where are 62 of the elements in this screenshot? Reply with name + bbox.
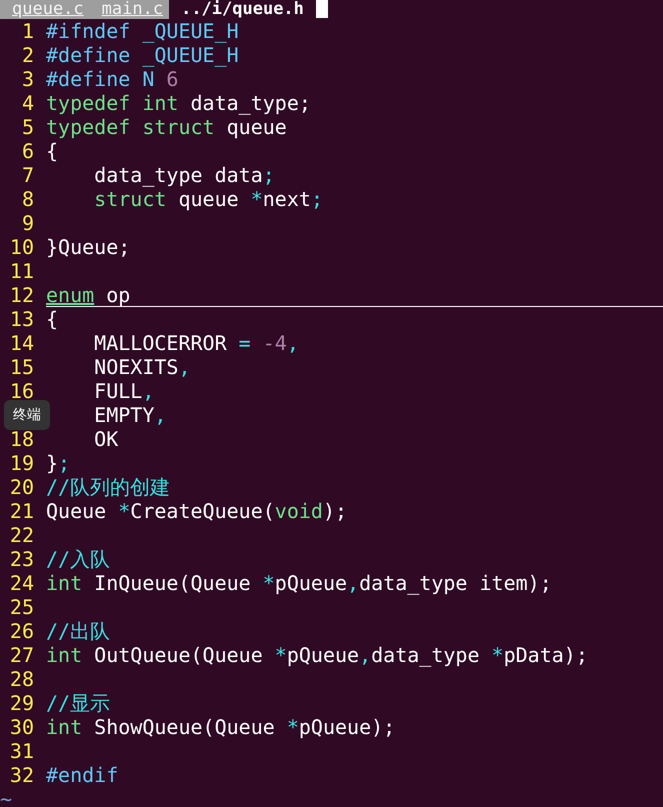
line-number: 21 (10, 499, 34, 523)
line-number: 19 (10, 451, 34, 475)
line-number: 11 (10, 259, 34, 283)
code-line: #endif (46, 763, 118, 787)
line-number: 6 (22, 139, 34, 163)
code-line: Queue *CreateQueue(void); (46, 499, 348, 523)
cursor-block (316, 0, 328, 18)
code-line: #define _QUEUE_H (46, 43, 239, 67)
code-line: //出队 (46, 619, 110, 643)
line-number: 16 (10, 379, 34, 403)
line-number: 10 (10, 235, 34, 259)
code-line: { (46, 139, 58, 163)
line-number: 23 (10, 547, 34, 571)
code-line: OK (93, 427, 118, 451)
empty-line-marker: ~ (0, 787, 12, 807)
line-number: 30 (10, 715, 34, 739)
line-number: 22 (10, 523, 34, 547)
code-line: FULL, (93, 379, 154, 403)
line-number: 4 (22, 91, 34, 115)
code-line: int ShowQueue(Queue *pQueue); (46, 715, 396, 739)
editor-tab[interactable]: main.c (90, 0, 170, 19)
tooltip: 终端 (4, 400, 50, 430)
editor-tab[interactable]: queue.c (0, 0, 90, 19)
line-number: 3 (22, 67, 34, 91)
line-number: 25 (10, 595, 34, 619)
line-number: 31 (10, 739, 34, 763)
line-number: 14 (10, 331, 34, 355)
line-number: 9 (22, 211, 34, 235)
line-number: 20 (10, 475, 34, 499)
line-number: 32 (10, 763, 34, 787)
line-number: 18 (10, 427, 34, 451)
code-line: data_type data; (93, 163, 275, 187)
code-line: int OutQueue(Queue *pQueue,data_type *pData); (46, 643, 588, 667)
code-line: EMPTY, (93, 403, 166, 427)
line-number: 2 (22, 43, 34, 67)
line-number: 28 (10, 667, 34, 691)
line-number: 29 (10, 691, 34, 715)
code-line: //显示 (46, 691, 110, 715)
code-line: #ifndef _QUEUE_H (46, 19, 239, 43)
line-number: 13 (10, 307, 34, 331)
line-number: 27 (10, 643, 34, 667)
line-number: 7 (22, 163, 34, 187)
line-number: 1 (22, 19, 34, 43)
line-number: 12 (10, 283, 34, 307)
code-line: typedef int data_type; (46, 91, 311, 115)
line-number: 8 (22, 187, 34, 211)
code-line: }Queue; (46, 235, 130, 259)
code-line: #define N 6 (46, 67, 178, 91)
code-line: typedef struct queue (46, 115, 287, 139)
code-line: enum op (46, 283, 130, 307)
line-number: 5 (22, 115, 34, 139)
code-line: //入队 (46, 547, 110, 571)
line-number: 26 (10, 619, 34, 643)
code-line: MALLOCERROR = -4, (93, 331, 299, 355)
line-number: 24 (10, 571, 34, 595)
code-line: NOEXITS, (93, 355, 190, 379)
line-number: 15 (10, 355, 34, 379)
code-line: { (46, 307, 58, 331)
code-line: int InQueue(Queue *pQueue,data_type item); (46, 571, 552, 595)
code-line: //队列的创建 (46, 475, 170, 499)
code-line: }; (46, 451, 70, 475)
code-line: struct queue *next; (93, 187, 323, 211)
